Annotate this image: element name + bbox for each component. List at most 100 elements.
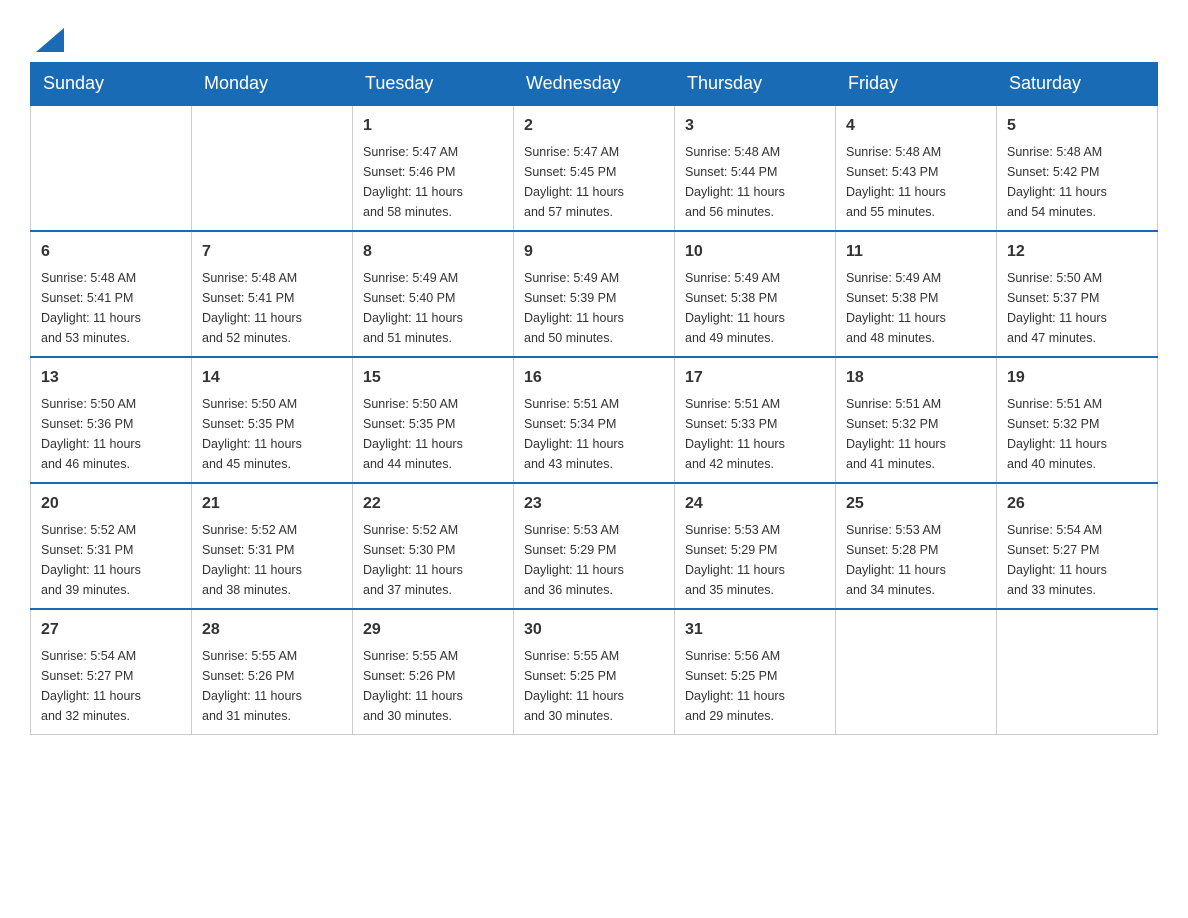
day-number: 25 <box>846 492 986 516</box>
day-number: 28 <box>202 618 342 642</box>
day-number: 12 <box>1007 240 1147 264</box>
calendar-cell: 20 Sunrise: 5:52 AM Sunset: 5:31 PM Dayli… <box>31 483 192 609</box>
day-info: Sunrise: 5:51 AM Sunset: 5:33 PM Dayligh… <box>685 397 785 471</box>
calendar-cell: 28Sunrise: 5:55 AM Sunset: 5:26 PM Dayli… <box>192 609 353 735</box>
day-number: 9 <box>524 240 664 264</box>
day-number: 24 <box>685 492 825 516</box>
calendar-cell: 17Sunrise: 5:51 AM Sunset: 5:33 PM Dayli… <box>675 357 836 483</box>
day-number: 20 <box>41 492 181 516</box>
day-info: Sunrise: 5:54 AM Sunset: 5:27 PM Dayligh… <box>1007 523 1107 597</box>
day-number: 29 <box>363 618 503 642</box>
day-number: 30 <box>524 618 664 642</box>
calendar-cell: 21Sunrise: 5:52 AM Sunset: 5:31 PM Dayli… <box>192 483 353 609</box>
day-info: Sunrise: 5:54 AM Sunset: 5:27 PM Dayligh… <box>41 649 141 723</box>
calendar-cell <box>31 105 192 231</box>
day-info: Sunrise: 5:48 AM Sunset: 5:43 PM Dayligh… <box>846 145 946 219</box>
day-info: Sunrise: 5:48 AM Sunset: 5:41 PM Dayligh… <box>202 271 302 345</box>
day-number: 4 <box>846 114 986 138</box>
day-info: Sunrise: 5:51 AM Sunset: 5:32 PM Dayligh… <box>1007 397 1107 471</box>
day-number: 5 <box>1007 114 1147 138</box>
day-number: 8 <box>363 240 503 264</box>
weekday-header-friday: Friday <box>836 63 997 106</box>
day-info: Sunrise: 5:49 AM Sunset: 5:38 PM Dayligh… <box>685 271 785 345</box>
calendar-cell: 16 Sunrise: 5:51 AM Sunset: 5:34 PM Dayli… <box>514 357 675 483</box>
weekday-header-row: SundayMondayTuesdayWednesdayThursdayFrid… <box>31 63 1158 106</box>
day-number: 15 <box>363 366 503 390</box>
day-info: Sunrise: 5:53 AM Sunset: 5:28 PM Dayligh… <box>846 523 946 597</box>
calendar-table: SundayMondayTuesdayWednesdayThursdayFrid… <box>30 62 1158 735</box>
calendar-cell: 30Sunrise: 5:55 AM Sunset: 5:25 PM Dayli… <box>514 609 675 735</box>
calendar-cell: 6 Sunrise: 5:48 AM Sunset: 5:41 PM Daylig… <box>31 231 192 357</box>
day-number: 1 <box>363 114 503 138</box>
calendar-cell: 29 Sunrise: 5:55 AM Sunset: 5:26 PM Dayli… <box>353 609 514 735</box>
weekday-header-monday: Monday <box>192 63 353 106</box>
calendar-cell <box>997 609 1158 735</box>
calendar-cell: 24 Sunrise: 5:53 AM Sunset: 5:29 PM Dayli… <box>675 483 836 609</box>
weekday-header-wednesday: Wednesday <box>514 63 675 106</box>
calendar-cell: 23 Sunrise: 5:53 AM Sunset: 5:29 PM Dayli… <box>514 483 675 609</box>
weekday-header-saturday: Saturday <box>997 63 1158 106</box>
day-info: Sunrise: 5:56 AM Sunset: 5:25 PM Dayligh… <box>685 649 785 723</box>
day-info: Sunrise: 5:50 AM Sunset: 5:36 PM Dayligh… <box>41 397 141 471</box>
day-info: Sunrise: 5:52 AM Sunset: 5:30 PM Dayligh… <box>363 523 463 597</box>
day-number: 3 <box>685 114 825 138</box>
day-info: Sunrise: 5:50 AM Sunset: 5:35 PM Dayligh… <box>202 397 302 471</box>
page-header <box>30 20 1158 52</box>
day-info: Sunrise: 5:51 AM Sunset: 5:32 PM Dayligh… <box>846 397 946 471</box>
day-number: 13 <box>41 366 181 390</box>
day-info: Sunrise: 5:47 AM Sunset: 5:46 PM Dayligh… <box>363 145 463 219</box>
weekday-header-sunday: Sunday <box>31 63 192 106</box>
calendar-cell: 12 Sunrise: 5:50 AM Sunset: 5:37 PM Dayli… <box>997 231 1158 357</box>
day-info: Sunrise: 5:48 AM Sunset: 5:41 PM Dayligh… <box>41 271 141 345</box>
day-info: Sunrise: 5:47 AM Sunset: 5:45 PM Dayligh… <box>524 145 624 219</box>
calendar-cell: 4 Sunrise: 5:48 AM Sunset: 5:43 PM Daylig… <box>836 105 997 231</box>
calendar-cell: 5 Sunrise: 5:48 AM Sunset: 5:42 PM Daylig… <box>997 105 1158 231</box>
day-info: Sunrise: 5:48 AM Sunset: 5:42 PM Dayligh… <box>1007 145 1107 219</box>
day-info: Sunrise: 5:55 AM Sunset: 5:26 PM Dayligh… <box>363 649 463 723</box>
day-number: 2 <box>524 114 664 138</box>
calendar-cell: 22 Sunrise: 5:52 AM Sunset: 5:30 PM Dayli… <box>353 483 514 609</box>
week-row-1: 1 Sunrise: 5:47 AM Sunset: 5:46 PM Daylig… <box>31 105 1158 231</box>
day-number: 26 <box>1007 492 1147 516</box>
day-info: Sunrise: 5:50 AM Sunset: 5:37 PM Dayligh… <box>1007 271 1107 345</box>
calendar-cell <box>836 609 997 735</box>
calendar-cell: 27 Sunrise: 5:54 AM Sunset: 5:27 PM Dayli… <box>31 609 192 735</box>
day-info: Sunrise: 5:53 AM Sunset: 5:29 PM Dayligh… <box>524 523 624 597</box>
calendar-cell: 31 Sunrise: 5:56 AM Sunset: 5:25 PM Dayli… <box>675 609 836 735</box>
day-number: 6 <box>41 240 181 264</box>
day-number: 31 <box>685 618 825 642</box>
week-row-4: 20 Sunrise: 5:52 AM Sunset: 5:31 PM Dayli… <box>31 483 1158 609</box>
day-number: 10 <box>685 240 825 264</box>
calendar-cell <box>192 105 353 231</box>
day-number: 18 <box>846 366 986 390</box>
day-info: Sunrise: 5:52 AM Sunset: 5:31 PM Dayligh… <box>41 523 141 597</box>
day-number: 19 <box>1007 366 1147 390</box>
calendar-cell: 14Sunrise: 5:50 AM Sunset: 5:35 PM Dayli… <box>192 357 353 483</box>
calendar-cell: 15Sunrise: 5:50 AM Sunset: 5:35 PM Dayli… <box>353 357 514 483</box>
week-row-2: 6 Sunrise: 5:48 AM Sunset: 5:41 PM Daylig… <box>31 231 1158 357</box>
calendar-cell: 2 Sunrise: 5:47 AM Sunset: 5:45 PM Daylig… <box>514 105 675 231</box>
calendar-cell: 7 Sunrise: 5:48 AM Sunset: 5:41 PM Daylig… <box>192 231 353 357</box>
day-number: 27 <box>41 618 181 642</box>
calendar-cell: 25 Sunrise: 5:53 AM Sunset: 5:28 PM Dayli… <box>836 483 997 609</box>
calendar-cell: 8Sunrise: 5:49 AM Sunset: 5:40 PM Daylig… <box>353 231 514 357</box>
day-number: 7 <box>202 240 342 264</box>
day-info: Sunrise: 5:49 AM Sunset: 5:39 PM Dayligh… <box>524 271 624 345</box>
day-number: 23 <box>524 492 664 516</box>
day-number: 22 <box>363 492 503 516</box>
week-row-5: 27 Sunrise: 5:54 AM Sunset: 5:27 PM Dayli… <box>31 609 1158 735</box>
calendar-cell: 13 Sunrise: 5:50 AM Sunset: 5:36 PM Dayli… <box>31 357 192 483</box>
week-row-3: 13 Sunrise: 5:50 AM Sunset: 5:36 PM Dayli… <box>31 357 1158 483</box>
logo-triangle-icon <box>32 20 68 56</box>
day-number: 16 <box>524 366 664 390</box>
calendar-cell: 26 Sunrise: 5:54 AM Sunset: 5:27 PM Dayli… <box>997 483 1158 609</box>
day-info: Sunrise: 5:48 AM Sunset: 5:44 PM Dayligh… <box>685 145 785 219</box>
day-info: Sunrise: 5:51 AM Sunset: 5:34 PM Dayligh… <box>524 397 624 471</box>
calendar-cell: 18 Sunrise: 5:51 AM Sunset: 5:32 PM Dayli… <box>836 357 997 483</box>
calendar-cell: 19 Sunrise: 5:51 AM Sunset: 5:32 PM Dayli… <box>997 357 1158 483</box>
calendar-cell: 9 Sunrise: 5:49 AM Sunset: 5:39 PM Daylig… <box>514 231 675 357</box>
day-number: 11 <box>846 240 986 264</box>
calendar-cell: 3 Sunrise: 5:48 AM Sunset: 5:44 PM Daylig… <box>675 105 836 231</box>
weekday-header-tuesday: Tuesday <box>353 63 514 106</box>
day-info: Sunrise: 5:53 AM Sunset: 5:29 PM Dayligh… <box>685 523 785 597</box>
